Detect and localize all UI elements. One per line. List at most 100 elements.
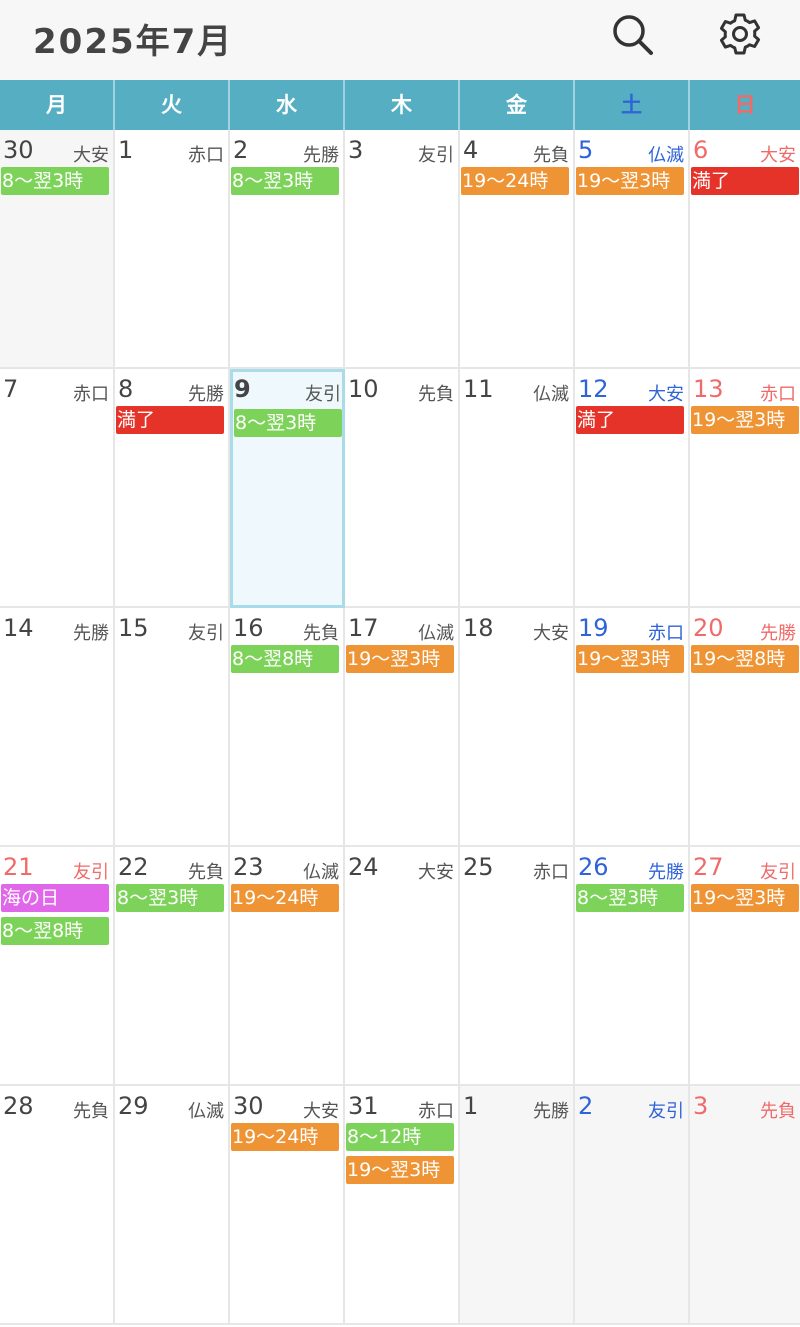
day-number: 12 (578, 375, 609, 403)
calendar-day[interactable]: 15 友引 (115, 608, 230, 847)
day-number: 1 (463, 1092, 479, 1120)
calendar-day[interactable]: 27 友引 19〜翌3時 (690, 847, 800, 1086)
rokuyo-label: 先勝 (533, 1101, 569, 1122)
weekday-tue: 火 (115, 80, 230, 130)
rokuyo-label: 先勝 (303, 145, 339, 166)
calendar-day[interactable]: 2 先勝 8〜翌3時 (230, 130, 345, 369)
calendar-day[interactable]: 21 友引 海の日 8〜翌8時 (0, 847, 115, 1086)
calendar-day[interactable]: 19 赤口 19〜翌3時 (575, 608, 690, 847)
calendar-day[interactable]: 13 赤口 19〜翌3時 (690, 369, 800, 608)
calendar-day[interactable]: 2 友引 (575, 1086, 690, 1325)
calendar-day[interactable]: 14 先勝 (0, 608, 115, 847)
event-badge[interactable]: 8〜翌3時 (231, 167, 339, 195)
event-badge[interactable]: 19〜24時 (231, 1123, 339, 1151)
calendar-day[interactable]: 12 大安 満了 (575, 369, 690, 608)
search-icon[interactable] (608, 10, 656, 58)
event-badge[interactable]: 19〜24時 (461, 167, 569, 195)
event-badge[interactable]: 19〜翌3時 (691, 406, 799, 434)
event-list: 海の日 8〜翌8時 (1, 884, 113, 950)
calendar-day[interactable]: 6 大安 満了 (690, 130, 800, 369)
calendar-day[interactable]: 3 先負 (690, 1086, 800, 1325)
calendar-day[interactable]: 24 大安 (345, 847, 460, 1086)
calendar-day[interactable]: 22 先負 8〜翌3時 (115, 847, 230, 1086)
event-badge[interactable]: 満了 (116, 406, 224, 434)
day-number: 14 (3, 614, 34, 642)
rokuyo-label: 赤口 (648, 623, 684, 644)
rokuyo-label: 赤口 (188, 145, 224, 166)
calendar-day[interactable]: 4 先負 19〜24時 (460, 130, 575, 369)
rokuyo-label: 大安 (418, 862, 454, 883)
calendar-day[interactable]: 30 大安 8〜翌3時 (0, 130, 115, 369)
day-number: 26 (578, 853, 609, 881)
calendar-day[interactable]: 29 仏滅 (115, 1086, 230, 1325)
calendar-day[interactable]: 5 仏滅 19〜翌3時 (575, 130, 690, 369)
rokuyo-label: 先負 (303, 623, 339, 644)
calendar-day[interactable]: 1 赤口 (115, 130, 230, 369)
calendar-day[interactable]: 17 仏滅 19〜翌3時 (345, 608, 460, 847)
rokuyo-label: 赤口 (418, 1101, 454, 1122)
week-row: 14 先勝 15 友引 16 先負 8〜翌8時 17 仏滅 19〜翌3時 18 大安 19 赤口 19〜翌3… (0, 608, 800, 847)
event-badge[interactable]: 8〜翌3時 (234, 409, 342, 437)
calendar-day[interactable]: 30 大安 19〜24時 (230, 1086, 345, 1325)
rokuyo-label: 大安 (73, 145, 109, 166)
gear-icon[interactable] (716, 10, 764, 58)
rokuyo-label: 先負 (533, 145, 569, 166)
event-list: 8〜翌3時 (234, 409, 342, 442)
event-badge[interactable]: 19〜翌8時 (691, 645, 799, 673)
day-number: 13 (693, 375, 724, 403)
calendar-day[interactable]: 31 赤口 8〜12時 19〜翌3時 (345, 1086, 460, 1325)
event-badge[interactable]: 満了 (576, 406, 684, 434)
day-number: 25 (463, 853, 494, 881)
calendar-day[interactable]: 20 先勝 19〜翌8時 (690, 608, 800, 847)
calendar-day[interactable]: 26 先勝 8〜翌3時 (575, 847, 690, 1086)
rokuyo-label: 大安 (303, 1101, 339, 1122)
calendar-day[interactable]: 18 大安 (460, 608, 575, 847)
calendar-day[interactable]: 25 赤口 (460, 847, 575, 1086)
day-number: 4 (463, 136, 479, 164)
day-number: 3 (693, 1092, 709, 1120)
event-badge[interactable]: 8〜翌3時 (116, 884, 224, 912)
day-number: 6 (693, 136, 709, 164)
event-badge[interactable]: 19〜翌3時 (691, 884, 799, 912)
rokuyo-label: 大安 (648, 384, 684, 405)
event-badge[interactable]: 8〜翌3時 (1, 167, 109, 195)
event-badge[interactable]: 満了 (691, 167, 799, 195)
day-number: 8 (118, 375, 134, 403)
rokuyo-label: 先負 (73, 1101, 109, 1122)
calendar-day[interactable]: 8 先勝 満了 (115, 369, 230, 608)
calendar-day[interactable]: 16 先負 8〜翌8時 (230, 608, 345, 847)
day-number: 11 (463, 375, 494, 403)
rokuyo-label: 友引 (73, 862, 109, 883)
event-badge[interactable]: 19〜翌3時 (346, 1156, 454, 1184)
weekday-mon: 月 (0, 80, 115, 130)
event-badge[interactable]: 19〜翌3時 (576, 167, 684, 195)
day-number: 10 (348, 375, 379, 403)
weekday-fri: 金 (460, 80, 575, 130)
event-badge[interactable]: 8〜12時 (346, 1123, 454, 1151)
calendar-day[interactable]: 23 仏滅 19〜24時 (230, 847, 345, 1086)
rokuyo-label: 先勝 (648, 862, 684, 883)
event-badge[interactable]: 19〜翌3時 (346, 645, 454, 673)
rokuyo-label: 友引 (305, 384, 341, 405)
event-badge[interactable]: 8〜翌3時 (576, 884, 684, 912)
calendar-day[interactable]: 11 仏滅 (460, 369, 575, 608)
event-list: 8〜12時 19〜翌3時 (346, 1123, 458, 1189)
calendar-day[interactable]: 1 先勝 (460, 1086, 575, 1325)
calendar-day[interactable]: 28 先負 (0, 1086, 115, 1325)
calendar-day-today[interactable]: 9 友引 8〜翌3時 (230, 369, 345, 608)
rokuyo-label: 仏滅 (648, 145, 684, 166)
event-badge[interactable]: 8〜翌8時 (1, 917, 109, 945)
event-badge[interactable]: 19〜翌3時 (576, 645, 684, 673)
holiday-badge[interactable]: 海の日 (1, 884, 109, 912)
weekday-thu: 木 (345, 80, 460, 130)
day-number: 21 (3, 853, 34, 881)
rokuyo-label: 赤口 (760, 384, 796, 405)
event-list: 満了 (116, 406, 228, 439)
calendar-day[interactable]: 7 赤口 (0, 369, 115, 608)
event-list: 8〜翌3時 (116, 884, 228, 917)
event-badge[interactable]: 19〜24時 (231, 884, 339, 912)
event-list: 19〜24時 (461, 167, 573, 200)
calendar-day[interactable]: 10 先負 (345, 369, 460, 608)
calendar-day[interactable]: 3 友引 (345, 130, 460, 369)
event-badge[interactable]: 8〜翌8時 (231, 645, 339, 673)
